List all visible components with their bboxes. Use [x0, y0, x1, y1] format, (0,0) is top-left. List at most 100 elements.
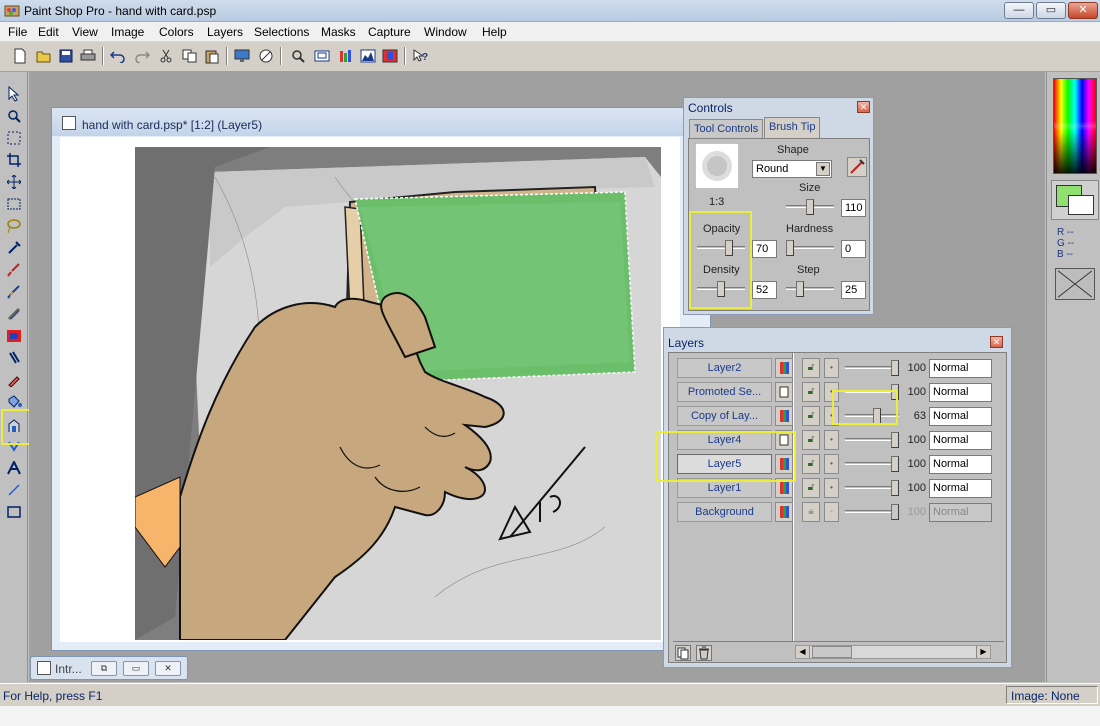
stop-icon[interactable]: [256, 46, 276, 66]
cut-icon[interactable]: [156, 46, 176, 66]
tab-tool-controls[interactable]: Tool Controls: [689, 119, 764, 139]
tab-brush-tip[interactable]: Brush Tip: [764, 117, 821, 139]
layer-blend-mode[interactable]: Normal: [929, 455, 992, 474]
shape-tool-icon[interactable]: [4, 502, 24, 522]
paste-icon[interactable]: [202, 46, 222, 66]
opacity-field[interactable]: 70: [752, 240, 777, 258]
lock-icon[interactable]: 🔓︎: [802, 406, 820, 426]
layer-button[interactable]: Background: [677, 502, 772, 522]
lock-icon[interactable]: 🔓︎: [802, 430, 820, 450]
zoom-icon[interactable]: [288, 46, 308, 66]
restore-icon[interactable]: ⧉: [91, 661, 117, 676]
new-layer-icon[interactable]: [675, 645, 691, 661]
freehand-tool-icon[interactable]: [4, 194, 24, 214]
line-tool-icon[interactable]: [4, 480, 24, 500]
minimized-window[interactable]: Intr... ⧉ ▭ ✕: [30, 656, 188, 680]
controls-titlebar[interactable]: Controls ✕: [684, 98, 873, 116]
selection-tool-icon[interactable]: [4, 128, 24, 148]
overview-icon[interactable]: [312, 46, 332, 66]
size-field[interactable]: 110: [841, 199, 866, 217]
layer-blend-mode[interactable]: Normal: [929, 479, 992, 498]
close-button[interactable]: ✕: [1068, 2, 1098, 19]
open-icon[interactable]: [34, 46, 54, 66]
layer-visibility-icon[interactable]: [775, 358, 793, 378]
menu-file[interactable]: File: [8, 25, 27, 39]
close-icon[interactable]: ✕: [857, 101, 870, 113]
maximize-icon[interactable]: ▭: [123, 661, 149, 676]
new-icon[interactable]: [10, 46, 30, 66]
layer-group-button[interactable]: •: [824, 430, 839, 450]
color-replacer-icon[interactable]: [4, 326, 24, 346]
layer-blend-mode[interactable]: Normal: [929, 359, 992, 378]
menu-selections[interactable]: Selections: [254, 25, 309, 39]
close-icon[interactable]: ✕: [155, 661, 181, 676]
transparent-color-icon[interactable]: [1055, 268, 1095, 300]
menu-edit[interactable]: Edit: [38, 25, 59, 39]
clone-brush-icon[interactable]: [4, 282, 24, 302]
background-color-swatch[interactable]: [1068, 195, 1094, 215]
dropper-tool-icon[interactable]: [4, 238, 24, 258]
layer-opacity-slider[interactable]: [845, 480, 899, 496]
menu-window[interactable]: Window: [424, 25, 467, 39]
delete-layer-icon[interactable]: [696, 645, 712, 661]
hardness-field[interactable]: 0: [841, 240, 866, 258]
minimize-button[interactable]: —: [1004, 2, 1034, 19]
menu-help[interactable]: Help: [482, 25, 507, 39]
close-icon[interactable]: ✕: [990, 336, 1003, 348]
shape-select[interactable]: Round ▼: [752, 160, 832, 178]
layer-blend-mode[interactable]: Normal: [929, 383, 992, 402]
menu-masks[interactable]: Masks: [321, 25, 356, 39]
save-icon[interactable]: [56, 46, 76, 66]
step-field[interactable]: 25: [841, 281, 866, 299]
layer-opacity-slider[interactable]: [845, 456, 899, 472]
layer-blend-mode[interactable]: Normal: [929, 407, 992, 426]
color-palette-icon[interactable]: [358, 46, 378, 66]
image-canvas[interactable]: [135, 147, 661, 640]
layer-button[interactable]: Layer2: [677, 358, 772, 378]
lock-icon[interactable]: 🔓︎: [802, 382, 820, 402]
layers-titlebar[interactable]: Layers ✕: [664, 328, 1011, 350]
layer-group-button[interactable]: •: [824, 454, 839, 474]
menu-view[interactable]: View: [72, 25, 98, 39]
text-tool-icon[interactable]: [4, 458, 24, 478]
zoom-tool-icon[interactable]: [4, 106, 24, 126]
redo-icon[interactable]: [132, 46, 152, 66]
layer-blend-mode[interactable]: Normal: [929, 431, 992, 450]
scroll-left-icon[interactable]: ◀: [796, 646, 810, 658]
arrow-tool-icon[interactable]: [4, 84, 24, 104]
menu-image[interactable]: Image: [111, 25, 144, 39]
step-slider[interactable]: [786, 281, 834, 297]
eraser-tool-icon[interactable]: [4, 370, 24, 390]
split-icon[interactable]: [380, 46, 400, 66]
color-spectrum[interactable]: [1053, 78, 1097, 174]
copy-icon[interactable]: [180, 46, 200, 66]
layer-opacity-slider[interactable]: [845, 360, 899, 376]
chevron-down-icon[interactable]: ▼: [816, 162, 830, 176]
crop-tool-icon[interactable]: [4, 150, 24, 170]
hardness-slider[interactable]: [786, 240, 834, 256]
full-screen-icon[interactable]: [232, 46, 252, 66]
scratch-remover-icon[interactable]: [4, 348, 24, 368]
layer-opacity-slider[interactable]: [845, 432, 899, 448]
histogram-icon[interactable]: [336, 46, 356, 66]
retouch-tool-icon[interactable]: [4, 304, 24, 324]
layer-group-button[interactable]: •: [824, 478, 839, 498]
lock-icon[interactable]: 🔓︎: [802, 478, 820, 498]
layer-visibility-icon[interactable]: [775, 406, 793, 426]
scroll-thumb[interactable]: [812, 646, 852, 658]
density-field[interactable]: 52: [752, 281, 777, 299]
layer-visibility-icon[interactable]: [775, 502, 793, 522]
menu-colors[interactable]: Colors: [159, 25, 194, 39]
lasso-tool-icon[interactable]: [4, 216, 24, 236]
layer-visibility-icon[interactable]: [775, 382, 793, 402]
menu-capture[interactable]: Capture: [368, 25, 411, 39]
scroll-right-icon[interactable]: ▶: [976, 646, 990, 658]
menu-layers[interactable]: Layers: [207, 25, 243, 39]
image-window-titlebar[interactable]: hand with card.psp* [1:2] (Layer5): [52, 108, 710, 136]
maximize-button[interactable]: ▭: [1036, 2, 1066, 19]
layers-scrollbar[interactable]: ◀ ▶: [795, 645, 991, 659]
size-slider[interactable]: [786, 199, 834, 215]
print-icon[interactable]: [78, 46, 98, 66]
lock-icon[interactable]: 🔓︎: [802, 454, 820, 474]
layer-group-button[interactable]: •: [824, 358, 839, 378]
